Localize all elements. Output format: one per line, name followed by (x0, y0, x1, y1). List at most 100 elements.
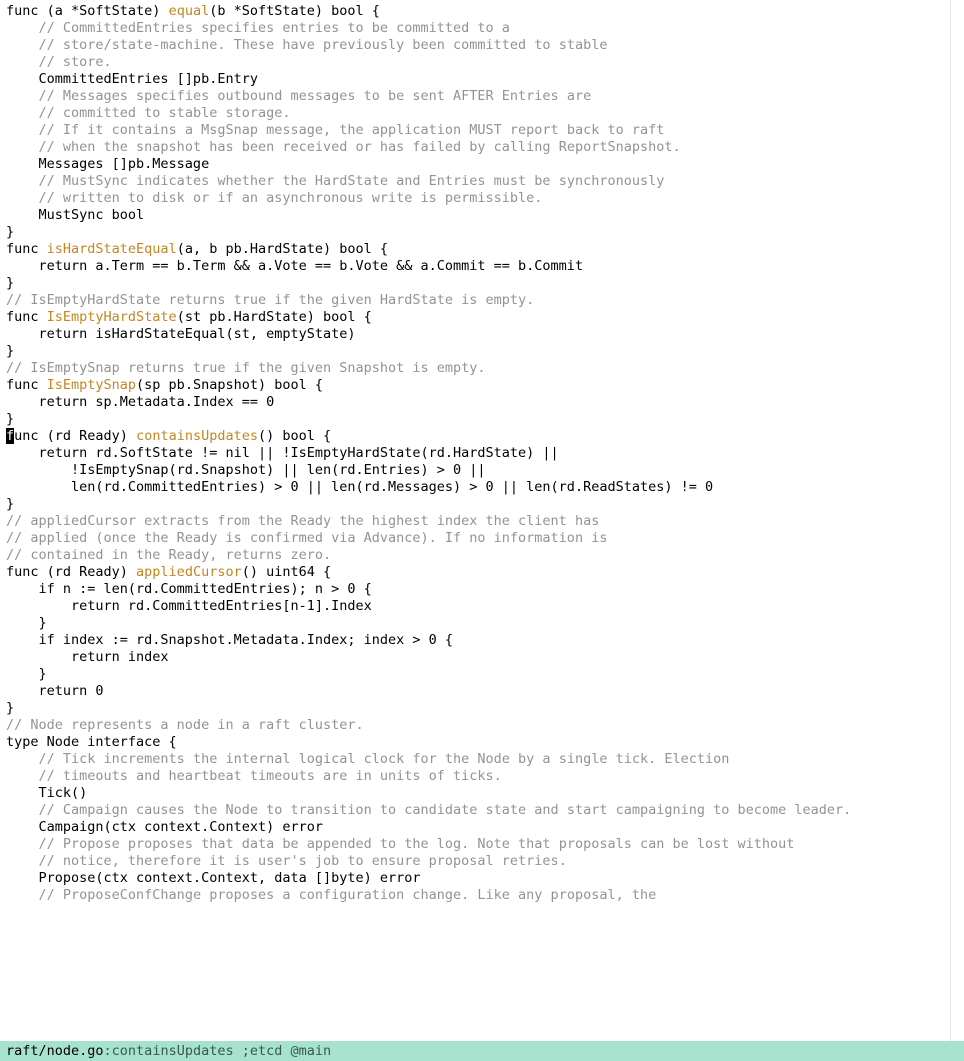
code-line[interactable]: } (6, 496, 958, 513)
status-bar: raft/node.go:containsUpdates ;etcd @main (0, 1041, 964, 1061)
code-line[interactable]: // ProposeConfChange proposes a configur… (6, 887, 958, 904)
code-line[interactable]: // CommittedEntries specifies entries to… (6, 20, 958, 37)
code-line[interactable]: } (6, 275, 958, 292)
code-line[interactable]: if n := len(rd.CommittedEntries); n > 0 … (6, 581, 958, 598)
code-text: return rd.SoftState != nil || !IsEmptyHa… (6, 445, 559, 461)
column-ruler (950, 0, 951, 1041)
code-line[interactable]: Propose(ctx context.Context, data []byte… (6, 870, 958, 887)
code-line[interactable]: // store/state-machine. These have previ… (6, 37, 958, 54)
code-line[interactable]: func (a *SoftState) equal(b *SoftState) … (6, 3, 958, 20)
code-text (6, 853, 39, 869)
code-text: (b *SoftState) bool { (209, 3, 380, 19)
code-text (6, 190, 39, 206)
code-line[interactable]: return rd.SoftState != nil || !IsEmptyHa… (6, 445, 958, 462)
code-text: unc (rd Ready) (14, 428, 136, 444)
comment-text: // MustSync indicates whether the HardSt… (39, 173, 665, 189)
code-line[interactable]: // written to disk or if an asynchronous… (6, 190, 958, 207)
code-line[interactable]: CommittedEntries []pb.Entry (6, 71, 958, 88)
code-line[interactable]: func IsEmptyHardState(st pb.HardState) b… (6, 309, 958, 326)
comment-text: // Tick increments the internal logical … (39, 751, 730, 767)
code-line[interactable]: // Node represents a node in a raft clus… (6, 717, 958, 734)
code-text (6, 20, 39, 36)
code-line[interactable]: } (6, 666, 958, 683)
code-line[interactable]: return 0 (6, 683, 958, 700)
code-line[interactable]: } (6, 411, 958, 428)
code-line[interactable]: func isHardStateEqual(a, b pb.HardState)… (6, 241, 958, 258)
code-text (6, 751, 39, 767)
code-line[interactable]: Campaign(ctx context.Context) error (6, 819, 958, 836)
function-name: appliedCursor (136, 564, 242, 580)
comment-text: // CommittedEntries specifies entries to… (39, 20, 510, 36)
code-text (6, 54, 39, 70)
code-text: Messages []pb.Message (6, 156, 209, 172)
function-name: containsUpdates (136, 428, 258, 444)
code-line[interactable]: // notice, therefore it is user's job to… (6, 853, 958, 870)
text-cursor: f (6, 428, 14, 444)
code-line[interactable]: return rd.CommittedEntries[n-1].Index (6, 598, 958, 615)
code-text: len(rd.CommittedEntries) > 0 || len(rd.M… (6, 479, 713, 495)
code-text: } (6, 496, 14, 512)
code-text: } (6, 615, 47, 631)
code-line[interactable]: // store. (6, 54, 958, 71)
code-line[interactable]: // applied (once the Ready is confirmed … (6, 530, 958, 547)
code-text (6, 887, 39, 903)
code-text: Campaign(ctx context.Context) error (6, 819, 323, 835)
code-line[interactable]: // Messages specifies outbound messages … (6, 88, 958, 105)
code-line[interactable]: // MustSync indicates whether the HardSt… (6, 173, 958, 190)
code-text (6, 836, 39, 852)
code-line[interactable]: Messages []pb.Message (6, 156, 958, 173)
code-line[interactable]: } (6, 615, 958, 632)
code-line[interactable]: // Campaign causes the Node to transitio… (6, 802, 958, 819)
code-line[interactable]: // timeouts and heartbeat timeouts are i… (6, 768, 958, 785)
code-line[interactable]: if index := rd.Snapshot.Metadata.Index; … (6, 632, 958, 649)
code-line[interactable]: // contained in the Ready, returns zero. (6, 547, 958, 564)
code-line[interactable]: // appliedCursor extracts from the Ready… (6, 513, 958, 530)
code-line[interactable]: } (6, 343, 958, 360)
code-text: Propose(ctx context.Context, data []byte… (6, 870, 421, 886)
code-line[interactable]: func (rd Ready) appliedCursor() uint64 { (6, 564, 958, 581)
code-line[interactable]: // If it contains a MsgSnap message, the… (6, 122, 958, 139)
code-line[interactable]: // committed to stable storage. (6, 105, 958, 122)
code-line[interactable]: return sp.Metadata.Index == 0 (6, 394, 958, 411)
code-line[interactable]: } (6, 700, 958, 717)
code-line[interactable]: // Tick increments the internal logical … (6, 751, 958, 768)
code-text: func (6, 241, 47, 257)
comment-text: // appliedCursor extracts from the Ready… (6, 513, 599, 529)
comment-text: // contained in the Ready, returns zero. (6, 547, 331, 563)
code-text: (sp pb.Snapshot) bool { (136, 377, 323, 393)
code-text: Tick() (6, 785, 87, 801)
comment-text: // applied (once the Ready is confirmed … (6, 530, 607, 546)
code-text (6, 802, 39, 818)
code-line[interactable]: func (rd Ready) containsUpdates() bool { (6, 428, 958, 445)
code-text: return sp.Metadata.Index == 0 (6, 394, 274, 410)
code-line[interactable]: func IsEmptySnap(sp pb.Snapshot) bool { (6, 377, 958, 394)
code-text: CommittedEntries []pb.Entry (6, 71, 258, 87)
code-line[interactable]: return index (6, 649, 958, 666)
comment-text: // when the snapshot has been received o… (39, 139, 681, 155)
code-line[interactable]: type Node interface { (6, 734, 958, 751)
comment-text: // store. (39, 54, 112, 70)
comment-text: // If it contains a MsgSnap message, the… (39, 122, 665, 138)
code-text: MustSync bool (6, 207, 144, 223)
code-line[interactable]: len(rd.CommittedEntries) > 0 || len(rd.M… (6, 479, 958, 496)
function-name: equal (169, 3, 210, 19)
code-text: (st pb.HardState) bool { (177, 309, 372, 325)
code-text: return index (6, 649, 169, 665)
code-line[interactable]: Tick() (6, 785, 958, 802)
code-line[interactable]: MustSync bool (6, 207, 958, 224)
code-editor[interactable]: func (a *SoftState) equal(b *SoftState) … (0, 0, 964, 1037)
code-line[interactable]: // IsEmptyHardState returns true if the … (6, 292, 958, 309)
code-line[interactable]: // Propose proposes that data be appende… (6, 836, 958, 853)
code-text: } (6, 411, 14, 427)
code-text: () uint64 { (242, 564, 331, 580)
code-text (6, 105, 39, 121)
code-text: func (6, 309, 47, 325)
code-line[interactable]: return a.Term == b.Term && a.Vote == b.V… (6, 258, 958, 275)
code-line[interactable]: !IsEmptySnap(rd.Snapshot) || len(rd.Entr… (6, 462, 958, 479)
code-text (6, 173, 39, 189)
code-line[interactable]: return isHardStateEqual(st, emptyState) (6, 326, 958, 343)
function-name: IsEmptyHardState (47, 309, 177, 325)
code-line[interactable]: // IsEmptySnap returns true if the given… (6, 360, 958, 377)
code-line[interactable]: // when the snapshot has been received o… (6, 139, 958, 156)
code-line[interactable]: } (6, 224, 958, 241)
